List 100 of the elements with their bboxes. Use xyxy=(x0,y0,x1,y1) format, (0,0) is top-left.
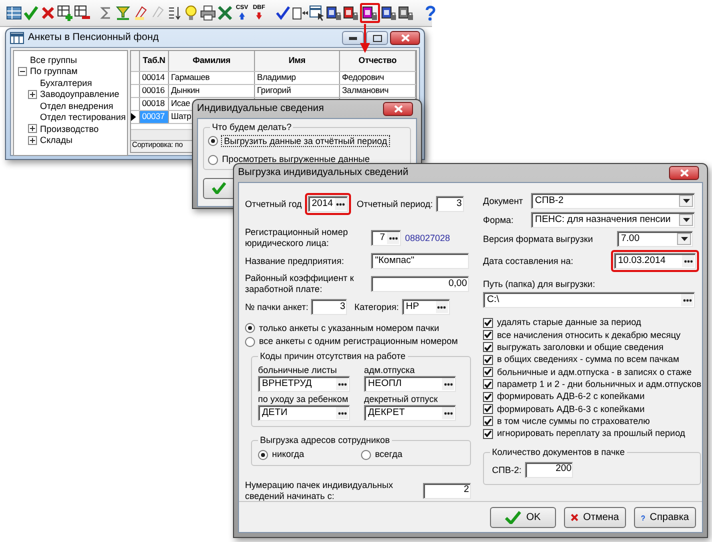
close-icon xyxy=(394,105,402,113)
checkbox-label[interactable]: удалять старые данные за период xyxy=(497,317,642,328)
expand-toggle-icon[interactable] xyxy=(28,136,37,145)
input-field[interactable]: 2 xyxy=(423,482,471,499)
expand-toggle-icon[interactable] xyxy=(28,90,37,99)
cancel-button[interactable]: Отмена xyxy=(564,507,626,528)
maximize-button[interactable] xyxy=(366,31,388,45)
ellipsis-button[interactable] xyxy=(682,255,694,267)
input-field[interactable]: ВРНЕТРУД xyxy=(258,376,350,392)
radio-button[interactable] xyxy=(361,450,371,460)
caret-icon xyxy=(680,237,688,241)
check-icon xyxy=(212,182,226,194)
checkbox[interactable] xyxy=(483,366,493,377)
link[interactable]: 088027028 xyxy=(405,232,450,244)
ellipsis-button[interactable] xyxy=(336,378,348,390)
radio-button[interactable] xyxy=(208,136,218,146)
grid-icon xyxy=(6,5,22,21)
close-button[interactable] xyxy=(669,166,699,180)
input-field[interactable]: 3 xyxy=(436,196,464,212)
checkbox[interactable] xyxy=(483,404,493,414)
checkbox-label[interactable]: выгружать заголовки и общие сведения xyxy=(497,342,664,352)
checkbox[interactable] xyxy=(483,330,493,340)
checkbox-label[interactable]: в общих сведениях - сумма по всем пачкам xyxy=(497,354,680,365)
option-label[interactable]: всегда xyxy=(375,449,402,460)
tree-item[interactable]: Бухгалтерия xyxy=(40,78,92,88)
toolbar-button[interactable] xyxy=(309,3,325,23)
dropdown-button[interactable] xyxy=(679,214,693,226)
radio-button[interactable] xyxy=(245,323,255,334)
dropdown-field[interactable]: 7.00 xyxy=(617,231,693,247)
tree-item[interactable]: Склады xyxy=(40,135,73,146)
ellipsis-button[interactable] xyxy=(442,407,454,420)
dropdown-button[interactable] xyxy=(677,233,691,245)
input-field[interactable]: ДЕКРЕТ xyxy=(364,405,456,422)
tree-item[interactable]: Отдел внедрения xyxy=(40,100,114,111)
checkbox[interactable] xyxy=(483,428,493,439)
radio-button[interactable] xyxy=(208,154,218,165)
radio-button[interactable] xyxy=(258,450,268,460)
ellipsis-button[interactable] xyxy=(442,378,454,390)
ellipsis-button[interactable] xyxy=(387,232,399,244)
toolbar-button[interactable] xyxy=(360,3,380,23)
column-header[interactable]: Таб.N xyxy=(140,51,169,71)
input-field[interactable]: 200 xyxy=(525,462,574,478)
checkbox-label[interactable]: все начисления относить к декабрю месяцу xyxy=(497,330,681,340)
tree-item[interactable]: Заводоуправление xyxy=(40,89,120,100)
input-field[interactable]: 7 xyxy=(371,230,401,246)
option-label[interactable]: Просмотреть выгруженные данные xyxy=(222,154,370,165)
checkbox-label[interactable]: формировать АДВ-6-3 с копейками xyxy=(497,404,645,414)
column-header[interactable]: Имя xyxy=(255,51,340,71)
ellipsis-button[interactable] xyxy=(336,407,348,420)
tree-item[interactable]: Все группы xyxy=(30,54,77,65)
checkbox-label[interactable]: параметр 1 и 2 - дни больничных и адм.отпусков xyxy=(497,379,702,390)
ellipsis-button[interactable] xyxy=(334,198,347,210)
input-field[interactable]: 10.03.2014 xyxy=(614,253,696,269)
minimize-button[interactable] xyxy=(342,31,364,45)
input-field[interactable]: "Компас" xyxy=(371,253,469,269)
checkbox[interactable] xyxy=(483,342,493,352)
tree-item[interactable]: По группам xyxy=(30,66,78,76)
checkbox-label[interactable]: игнорировать переплату за прошлый период xyxy=(497,428,686,439)
radio-button[interactable] xyxy=(245,336,255,347)
input-field[interactable]: C:\ xyxy=(483,292,695,308)
toolbar-button[interactable] xyxy=(200,3,216,23)
field-label: Отчетный год xyxy=(245,198,302,210)
input-field[interactable]: 2014 xyxy=(308,196,348,212)
close-button[interactable] xyxy=(390,31,420,45)
checkbox[interactable] xyxy=(483,354,493,365)
dropdown-button[interactable] xyxy=(679,195,693,207)
checkbox[interactable] xyxy=(483,416,493,426)
input-field[interactable]: ДЕТИ xyxy=(258,405,350,422)
option-label[interactable]: никогда xyxy=(272,449,304,460)
checkbox[interactable] xyxy=(483,392,493,402)
checkbox-label[interactable]: в том числе суммы по страхователю xyxy=(497,416,650,426)
input-field[interactable]: НЕОПЛ xyxy=(364,376,456,392)
caret-icon xyxy=(682,218,690,222)
option-label[interactable]: все анкеты с одним регистрационным номером xyxy=(259,336,458,347)
option-label[interactable]: только анкеты с указанным номером пачки xyxy=(259,323,440,334)
checkbox[interactable] xyxy=(483,379,493,390)
tree-item[interactable]: Отдел тестирования xyxy=(40,112,126,122)
checkbox[interactable] xyxy=(483,318,493,328)
toolbar-button[interactable] xyxy=(57,3,73,23)
document-lock-icon xyxy=(398,5,414,21)
table-add-icon xyxy=(57,5,73,21)
tree-item[interactable]: Производство xyxy=(40,124,99,134)
dropdown-field[interactable]: СПВ-2 xyxy=(531,193,695,209)
input-field[interactable]: НР xyxy=(402,299,450,315)
close-button[interactable] xyxy=(383,102,413,116)
ellipsis-button[interactable] xyxy=(681,294,693,306)
ok-button[interactable]: OK xyxy=(490,507,556,528)
expand-toggle-icon[interactable] xyxy=(18,66,27,76)
expand-toggle-icon[interactable] xyxy=(28,124,37,134)
column-header[interactable]: Фамилия xyxy=(169,51,255,71)
help-button[interactable]: Справка xyxy=(634,507,696,528)
input-field[interactable]: 0,00 xyxy=(371,276,469,292)
dropdown-field[interactable]: ПЕНС: для назначения пенсии xyxy=(531,212,695,228)
group-title: Количество документов в пачке xyxy=(490,446,627,458)
checkbox-label[interactable]: больничные и адм.отпуска - в записях о стаже xyxy=(497,366,692,378)
ellipsis-button[interactable] xyxy=(436,301,448,313)
checkbox-label[interactable]: формировать АДВ-6-2 с копейками xyxy=(497,391,645,402)
field-label: Путь (папка) для выгрузки: xyxy=(483,279,596,290)
table-cell: Гармашев xyxy=(169,72,255,84)
input-field[interactable]: 3 xyxy=(311,299,348,315)
